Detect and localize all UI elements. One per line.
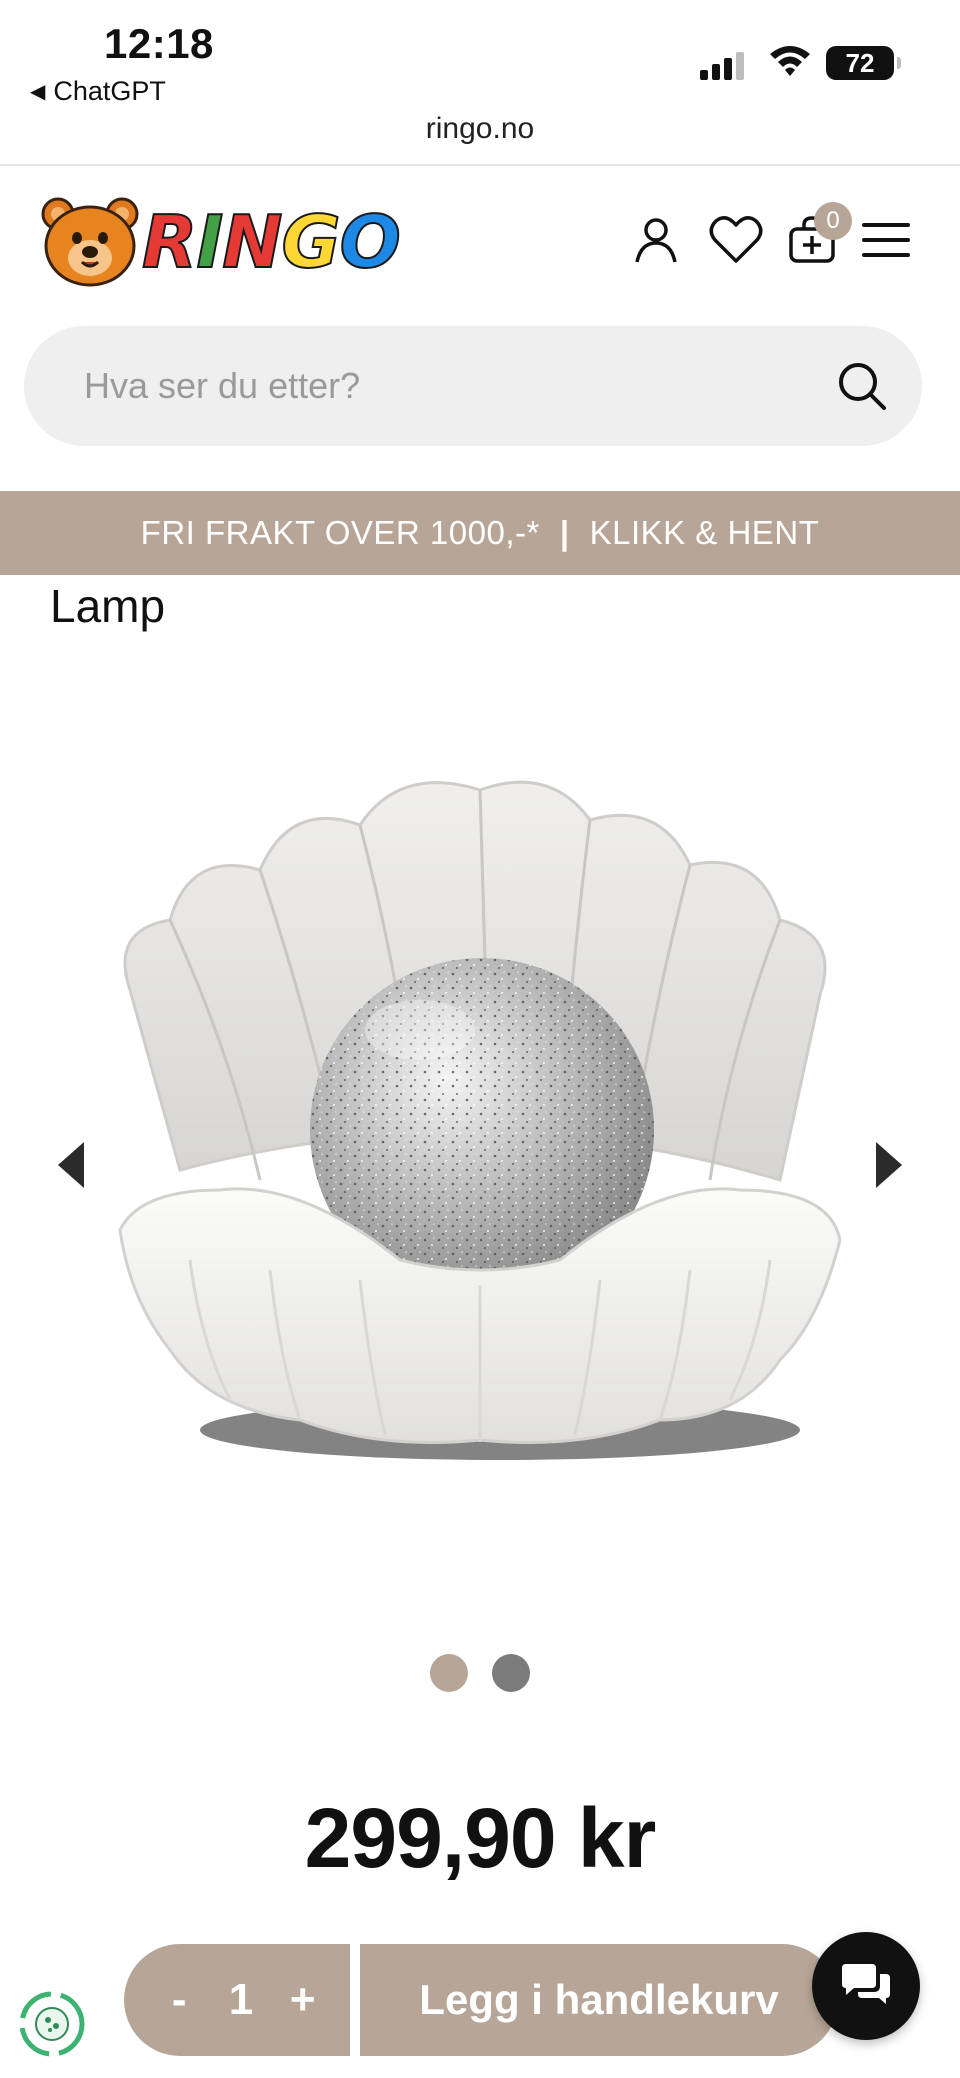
battery-icon: 72 <box>826 46 901 80</box>
chat-icon[interactable] <box>812 1932 920 2040</box>
promo-click-collect: KLIKK & HENT <box>589 514 820 551</box>
next-image-arrow-icon[interactable] <box>864 1130 914 1200</box>
quantity-stepper: - 1 + <box>124 1944 350 2056</box>
cart-count-badge: 0 <box>814 202 852 240</box>
image-pagination <box>0 1654 960 1692</box>
back-app-label: ChatGPT <box>53 76 166 106</box>
back-triangle-icon: ◀ <box>30 81 46 103</box>
back-to-app-link[interactable]: ◀ ChatGPT <box>30 76 166 107</box>
product-title-container: LUMEZ Colour Changing Glitter Pearl Lamp <box>0 575 960 675</box>
heart-icon[interactable] <box>706 210 766 270</box>
promo-free-shipping: FRI FRAKT OVER 1000,-* <box>140 514 540 551</box>
status-time: 12:18 <box>104 20 214 67</box>
urlbar-divider <box>0 164 960 166</box>
wifi-icon <box>768 42 812 83</box>
search-bar <box>24 326 922 446</box>
product-title: LUMEZ Colour Changing Glitter Pearl Lamp <box>50 580 166 632</box>
previous-image-arrow-icon[interactable] <box>46 1130 96 1200</box>
account-icon[interactable] <box>626 210 686 270</box>
search-icon[interactable] <box>832 356 892 416</box>
cellular-signal-icon <box>700 50 744 80</box>
pagination-dot-2[interactable] <box>492 1654 530 1692</box>
browser-url[interactable]: ringo.no <box>0 112 960 146</box>
bear-logo-icon <box>41 197 139 287</box>
quantity-value[interactable]: 1 <box>229 1975 253 2025</box>
promo-separator: | <box>559 514 570 551</box>
quantity-increment-button[interactable]: + <box>278 1975 328 2025</box>
ringo-logo[interactable]: RINGO <box>40 196 402 288</box>
search-input[interactable] <box>84 356 824 416</box>
quantity-decrement-button[interactable]: - <box>154 1975 204 2025</box>
product-price: 299,90 kr <box>304 1791 657 1885</box>
menu-icon[interactable] <box>856 210 916 270</box>
eco-badge-icon[interactable] <box>18 1990 86 2058</box>
logo-wordmark: RINGO <box>141 199 402 285</box>
status-bar: 12:18 ◀ ChatGPT 72 <box>0 0 960 112</box>
product-image[interactable] <box>100 760 860 1540</box>
pagination-dot-1[interactable] <box>430 1654 468 1692</box>
add-to-cart-button[interactable]: Legg i handlekurv <box>360 1944 838 2056</box>
shipping-promo-banner: FRI FRAKT OVER 1000,-* | KLIKK & HENT <box>0 491 960 575</box>
